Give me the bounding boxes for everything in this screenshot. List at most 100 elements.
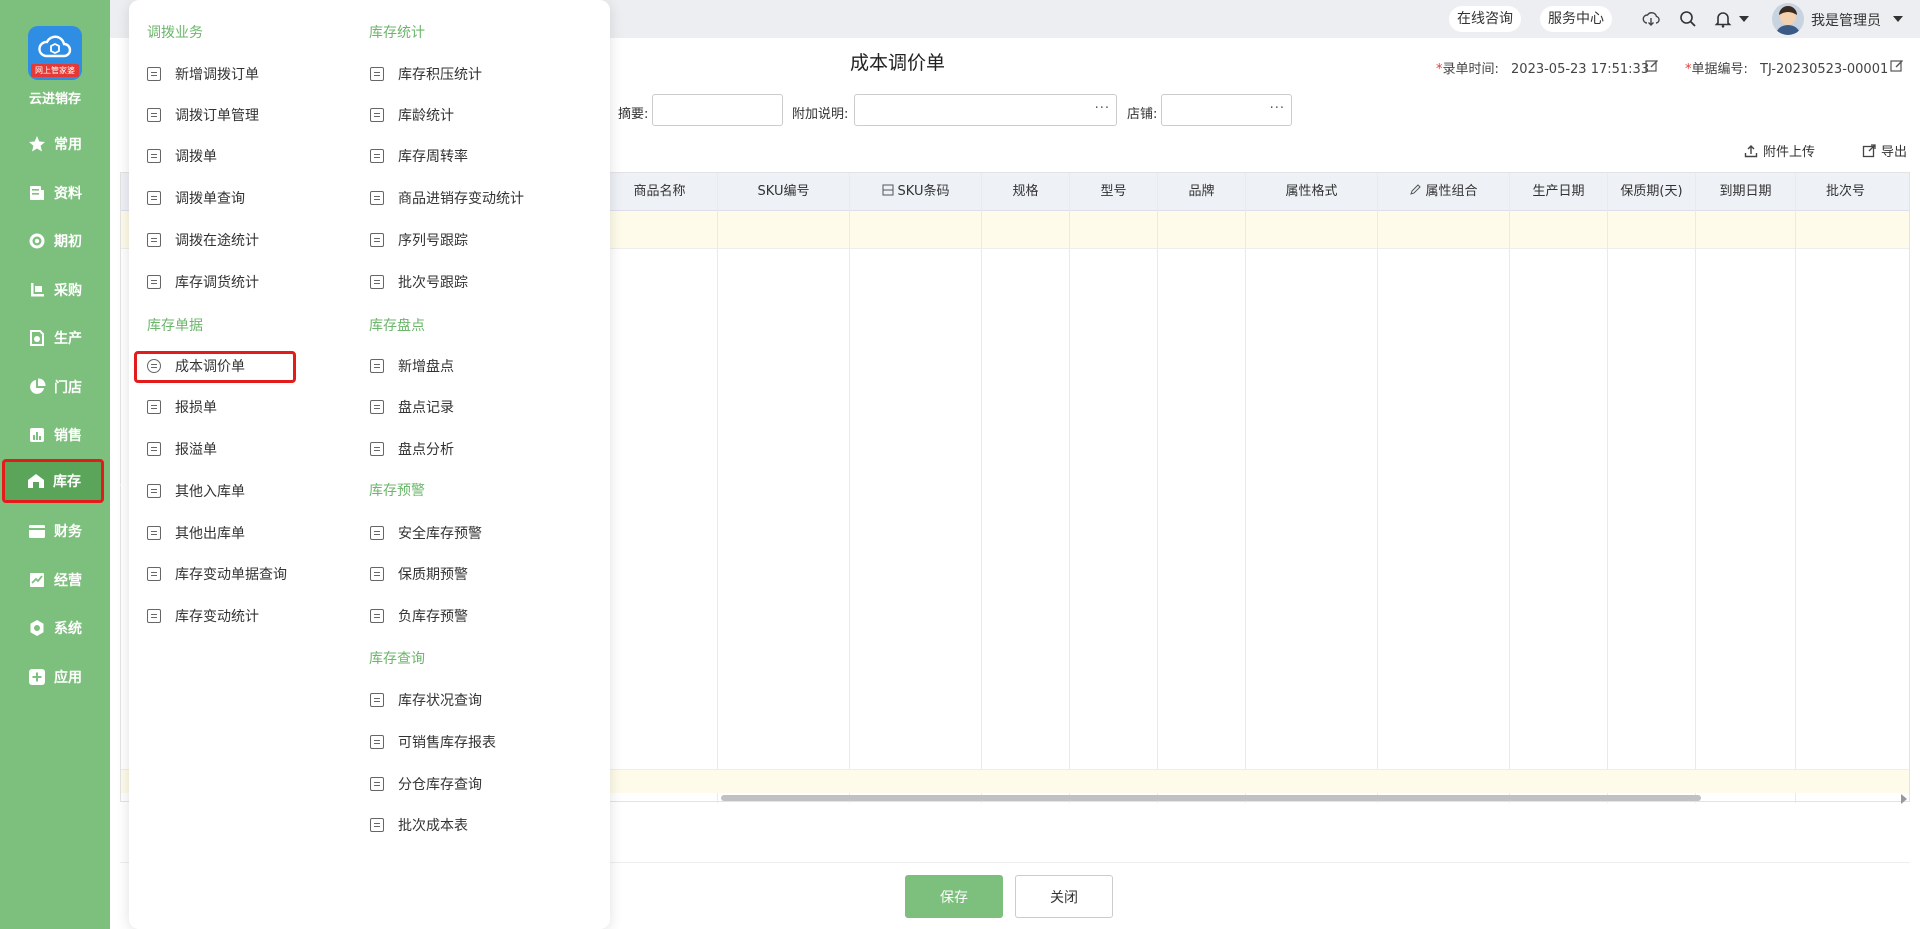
col-spec[interactable]: 规格 [981, 173, 1069, 211]
nav-item-operation[interactable]: 经营 [0, 558, 110, 602]
menu-item-new-stocktake[interactable]: 新增盘点 [370, 355, 454, 377]
document-icon [30, 186, 44, 200]
menu-item-serial-tracking[interactable]: 序列号跟踪 [370, 229, 468, 251]
attach-upload-button[interactable]: 附件上传 [1744, 141, 1815, 160]
col-sku-no[interactable]: SKU编号 [717, 173, 849, 211]
nav-item-apps[interactable]: 应用 [0, 655, 110, 699]
more-icon[interactable]: ··· [1095, 101, 1110, 116]
service-center-button[interactable]: 服务中心 [1540, 6, 1612, 32]
menu-item-stocktake-analysis[interactable]: 盘点分析 [370, 438, 454, 460]
col-shelf-life[interactable]: 保质期(天) [1607, 173, 1695, 211]
store-select[interactable]: ··· [1161, 94, 1292, 126]
nav-item-data[interactable]: 资料 [0, 171, 110, 215]
menu-item-label: 其他入库单 [175, 484, 245, 500]
trend-icon [30, 573, 44, 587]
menu-item-label: 可销售库存报表 [398, 735, 496, 751]
close-button[interactable]: 关闭 [1015, 875, 1113, 918]
analysis-icon [370, 442, 384, 456]
menu-item-turnover-rate[interactable]: 库存周转率 [370, 145, 468, 167]
col-attr-combo[interactable]: 属性组合 [1377, 173, 1509, 211]
col-sku-barcode-label: SKU条码 [897, 184, 950, 199]
nav-label: 销售 [54, 428, 82, 444]
edit-time-icon[interactable] [1645, 59, 1659, 73]
note-input[interactable]: ··· [854, 94, 1117, 126]
col-product-name[interactable]: 商品名称 [601, 173, 717, 211]
menu-item-transfer-in-transit[interactable]: 调拨在途统计 [147, 229, 259, 251]
menu-item-change-stats[interactable]: 库存变动统计 [147, 605, 259, 627]
nav-item-inventory[interactable]: 库存 [2, 459, 104, 503]
menu-item-product-flow-stats[interactable]: 商品进销存变动统计 [370, 187, 524, 209]
horizontal-scrollbar[interactable] [721, 795, 1701, 801]
nav-item-store[interactable]: 门店 [0, 365, 110, 409]
save-button[interactable]: 保存 [905, 875, 1003, 918]
col-production-date[interactable]: 生产日期 [1509, 173, 1607, 211]
col-sku-barcode[interactable]: SKU条码 [849, 173, 981, 211]
menu-item-sellable-stock-report[interactable]: 可销售库存报表 [370, 731, 496, 753]
gear-icon [30, 620, 44, 636]
avatar[interactable] [1772, 3, 1804, 35]
export-icon [1862, 143, 1876, 157]
menu-item-transfer-order-mgmt[interactable]: 调拨订单管理 [147, 104, 259, 126]
nav-item-opening[interactable]: 期初 [0, 219, 110, 263]
section-inventory-stats: 库存统计 [369, 25, 425, 41]
search-icon[interactable] [1679, 10, 1697, 28]
menu-item-overflow-report[interactable]: 报溢单 [147, 438, 217, 460]
doc-icon [147, 400, 161, 414]
nav-label: 期初 [54, 234, 82, 250]
section-stocktake: 库存盘点 [369, 318, 425, 334]
upload-icon [1744, 144, 1758, 157]
online-consult-button[interactable]: 在线咨询 [1449, 6, 1521, 32]
menu-item-shelf-life-alert[interactable]: 保质期预警 [370, 563, 468, 585]
export-button[interactable]: 导出 [1862, 141, 1907, 160]
col-expiry-date[interactable]: 到期日期 [1695, 173, 1795, 211]
username[interactable]: 我是管理员 [1811, 10, 1881, 30]
logo-badge: 网上管家婆 [31, 64, 79, 77]
bell-icon[interactable] [1714, 10, 1732, 28]
edit-doc-number-icon[interactable] [1890, 59, 1904, 73]
col-batch-no[interactable]: 批次号 [1795, 173, 1895, 211]
menu-item-backlog-stats[interactable]: 库存积压统计 [370, 63, 482, 85]
nav-item-common[interactable]: 常用 [0, 122, 110, 166]
menu-item-warehouse-stock-query[interactable]: 分仓库存查询 [370, 773, 482, 795]
app-logo[interactable]: 网上管家婆 [28, 26, 82, 80]
col-attr-format[interactable]: 属性格式 [1245, 173, 1377, 211]
doc-icon [370, 400, 384, 414]
nav-item-sales[interactable]: 销售 [0, 413, 110, 457]
menu-item-age-stats[interactable]: 库龄统计 [370, 104, 454, 126]
nav-item-system[interactable]: 系统 [0, 606, 110, 650]
menu-item-safety-stock-alert[interactable]: 安全库存预警 [370, 522, 482, 544]
menu-item-stock-status-query[interactable]: 库存状况查询 [370, 689, 482, 711]
doc-icon [147, 442, 161, 456]
menu-item-loss-report[interactable]: 报损单 [147, 396, 217, 418]
menu-item-transfer-doc[interactable]: 调拨单 [147, 145, 217, 167]
menu-item-batch-cost-table[interactable]: 批次成本表 [370, 814, 468, 836]
menu-item-other-outbound[interactable]: 其他出库单 [147, 522, 245, 544]
more-icon[interactable]: ··· [1270, 101, 1285, 116]
menu-item-batch-tracking[interactable]: 批次号跟踪 [370, 271, 468, 293]
entry-time-label: 录单时间: [1442, 62, 1499, 77]
nav-item-production[interactable]: 生产 [0, 316, 110, 360]
col-divider [1157, 173, 1158, 803]
col-brand[interactable]: 品牌 [1157, 173, 1245, 211]
summary-input[interactable] [652, 94, 783, 126]
cloud-download-icon[interactable] [1642, 10, 1660, 28]
menu-item-negative-stock-alert[interactable]: 负库存预警 [370, 605, 468, 627]
menu-item-label: 序列号跟踪 [398, 233, 468, 249]
user-caret-icon[interactable] [1893, 16, 1903, 22]
doc-icon [147, 67, 161, 81]
menu-item-transfer-query[interactable]: 调拨单查询 [147, 187, 245, 209]
notification-caret-icon[interactable] [1739, 16, 1749, 22]
scroll-right-icon[interactable] [1901, 794, 1907, 804]
col-model[interactable]: 型号 [1069, 173, 1157, 211]
menu-item-stocktake-records[interactable]: 盘点记录 [370, 396, 454, 418]
menu-item-change-doc-query[interactable]: 库存变动单据查询 [147, 563, 287, 585]
nav-item-purchase[interactable]: 采购 [0, 268, 110, 312]
menu-item-new-transfer-order[interactable]: 新增调拨订单 [147, 63, 259, 85]
chart-doc-icon [147, 567, 161, 581]
nav-item-finance[interactable]: 财务 [0, 509, 110, 553]
menu-item-stock-transfer-stats[interactable]: 库存调货统计 [147, 271, 259, 293]
doc-number-label: 单据编号: [1691, 62, 1748, 77]
nav-label: 经营 [54, 573, 82, 589]
menu-item-other-inbound[interactable]: 其他入库单 [147, 480, 245, 502]
col-divider [1795, 173, 1796, 803]
